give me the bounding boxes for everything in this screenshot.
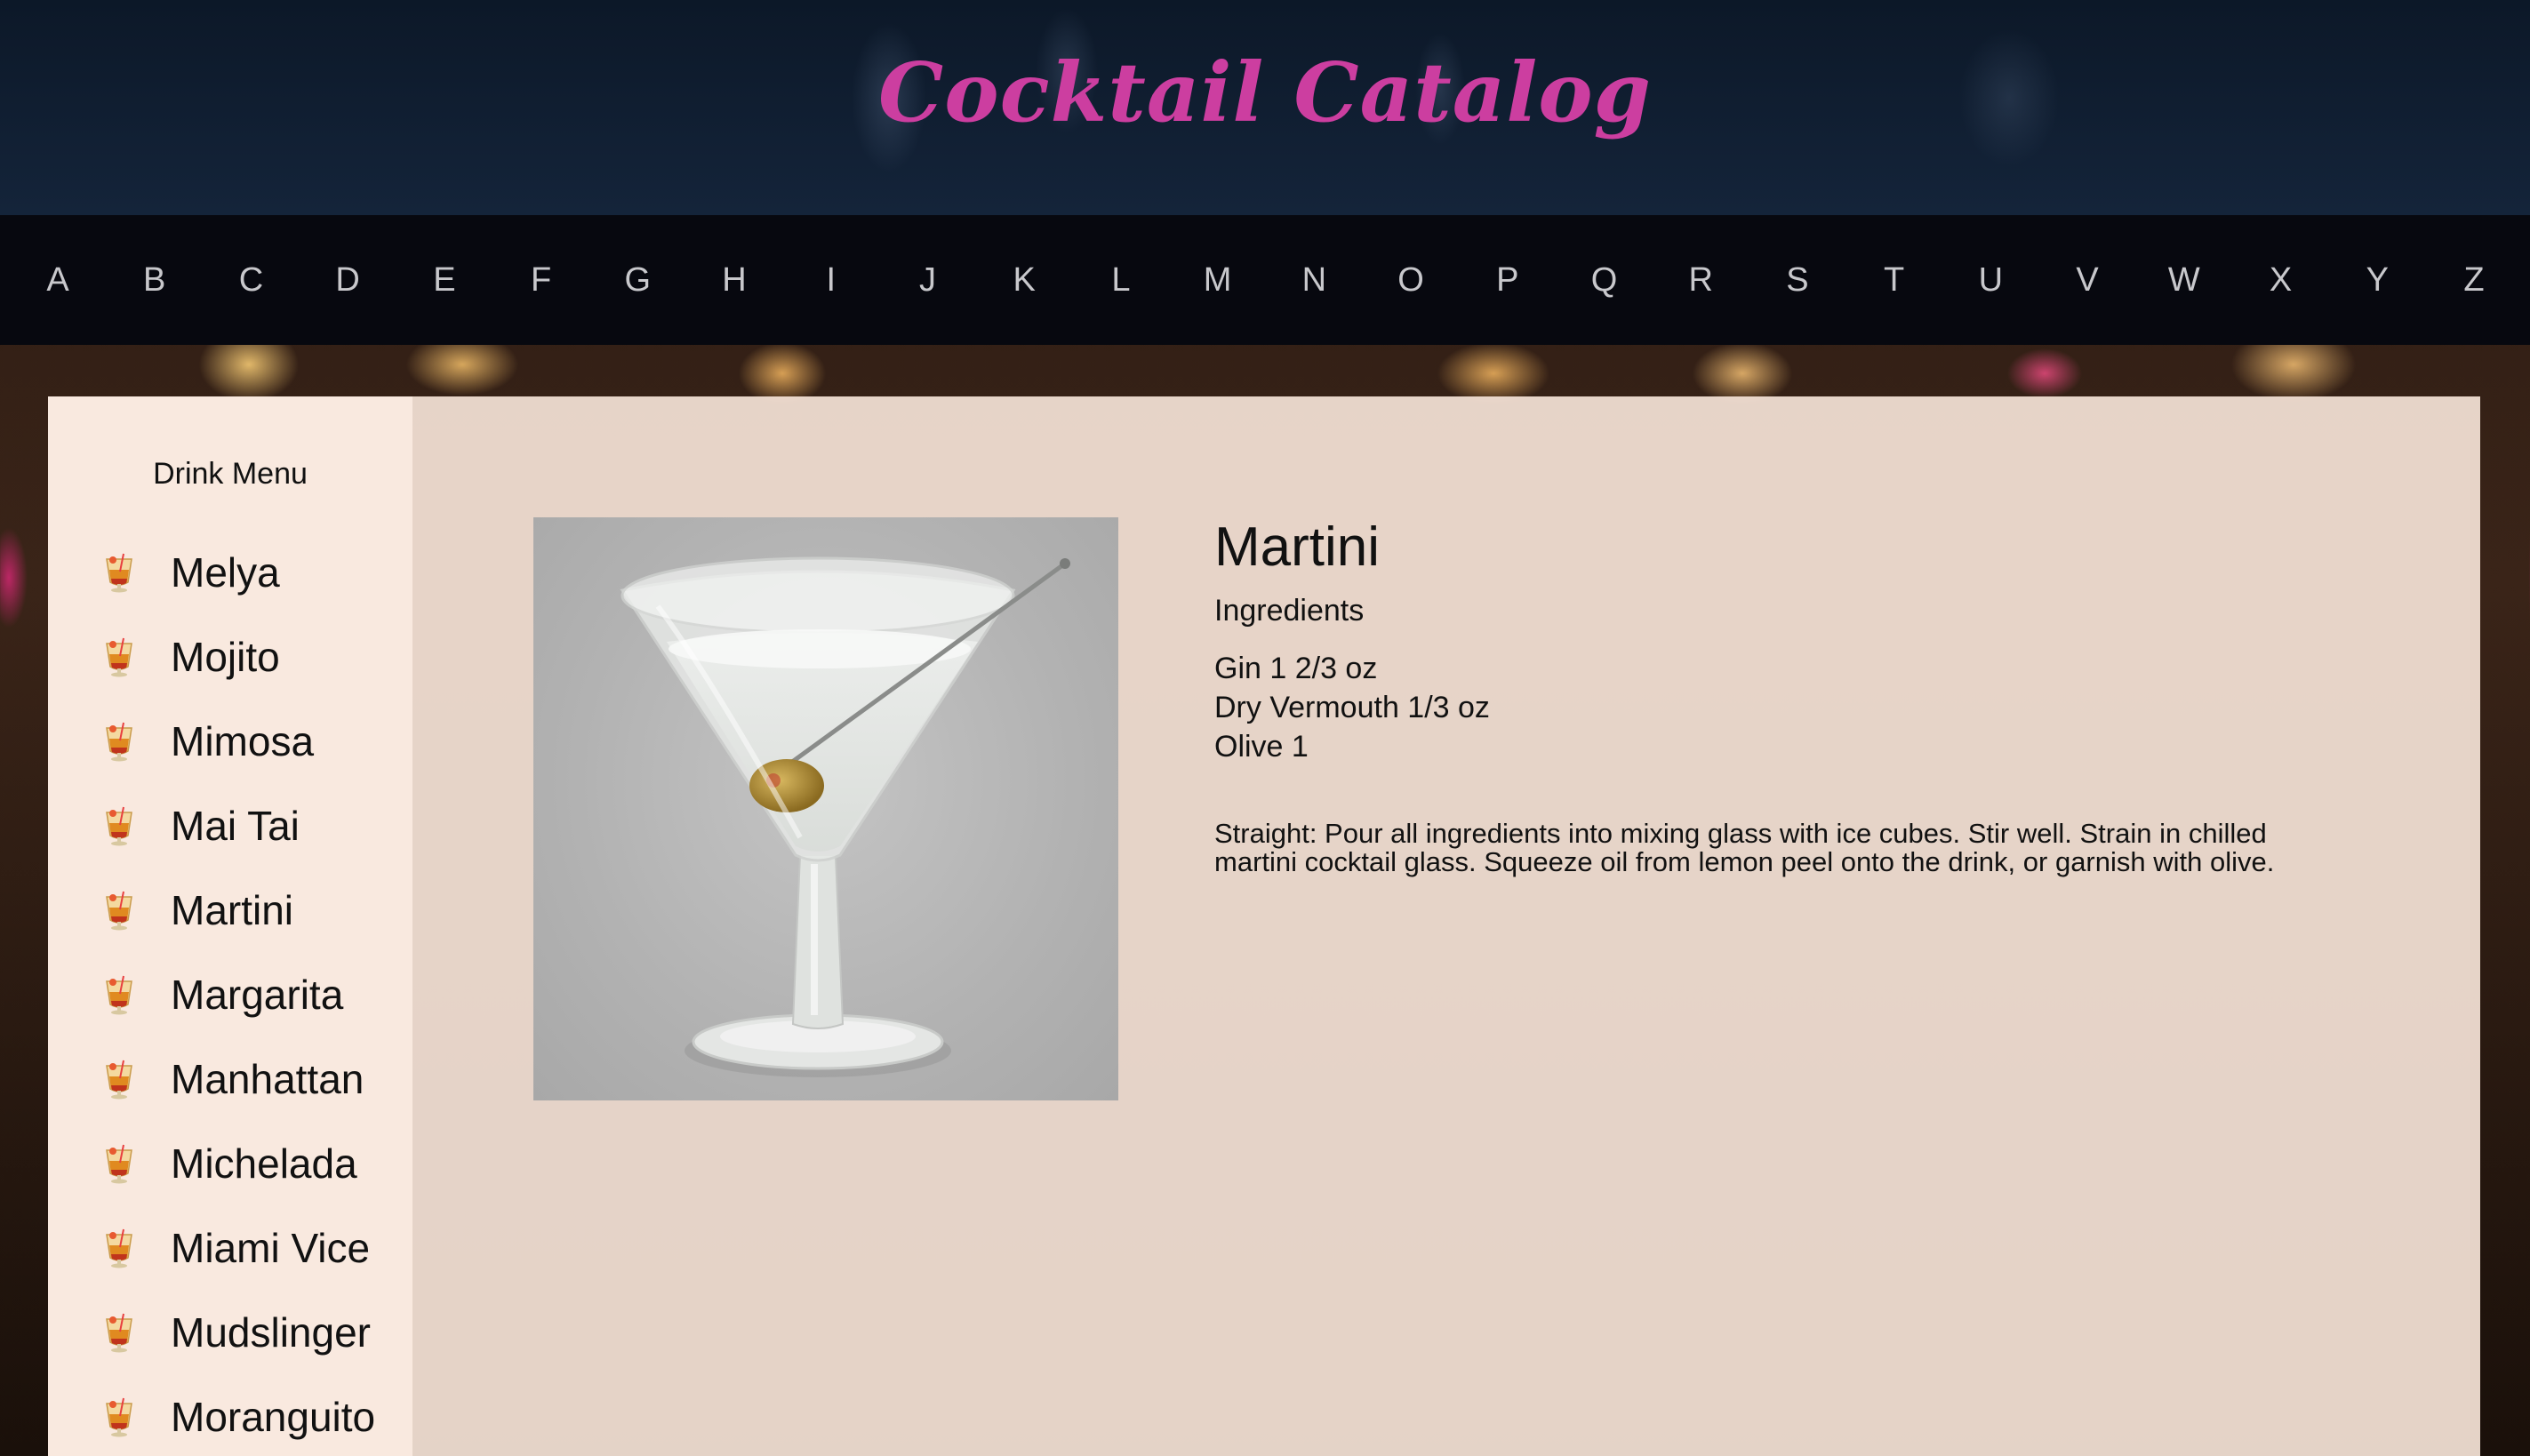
drink-menu-item-margarita[interactable]: Margarita — [48, 952, 412, 1036]
alpha-link-p[interactable]: P — [1485, 261, 1530, 300]
tropical-drink-icon — [101, 888, 137, 932]
martini-glass-image — [620, 556, 1070, 1077]
drink-menu-item-manhattan[interactable]: Manhattan — [48, 1036, 412, 1121]
alpha-link-l[interactable]: L — [1099, 261, 1143, 300]
drink-menu-label: Mudslinger — [171, 1308, 371, 1356]
alpha-link-f[interactable]: F — [519, 261, 564, 300]
tropical-drink-icon — [101, 550, 137, 595]
drink-menu-label: Melya — [171, 548, 280, 596]
tropical-drink-icon — [101, 1057, 137, 1101]
site-header: Cocktail Catalog — [0, 0, 2530, 215]
alpha-link-m[interactable]: M — [1196, 261, 1240, 300]
site-title: Cocktail Catalog — [878, 44, 1652, 140]
tropical-drink-icon — [101, 719, 137, 764]
ingredient-item: Gin 1 2/3 oz — [1214, 652, 1378, 685]
alpha-link-o[interactable]: O — [1389, 261, 1433, 300]
alpha-link-q[interactable]: Q — [1582, 261, 1627, 300]
ingredient-item: Olive 1 — [1214, 730, 1309, 764]
drink-menu-list: Melya Mojito Mimosa Mai Tai Martini Margarita… — [48, 530, 412, 1456]
drink-menu-item-moranguito[interactable]: Moranguito — [48, 1374, 412, 1456]
alpha-link-s[interactable]: S — [1775, 261, 1820, 300]
tropical-drink-icon — [101, 1226, 137, 1270]
alpha-link-h[interactable]: H — [712, 261, 757, 300]
drink-photo — [533, 517, 1118, 1100]
alpha-link-e[interactable]: E — [422, 261, 467, 300]
drink-menu-item-mimosa[interactable]: Mimosa — [48, 699, 412, 783]
tropical-drink-icon — [101, 804, 137, 848]
drink-menu-sidebar: Drink Menu Melya Mojito Mimosa Mai Tai Marti… — [48, 396, 412, 1456]
alpha-link-g[interactable]: G — [615, 261, 660, 300]
drink-menu-label: Martini — [171, 886, 294, 933]
drink-menu-item-mojito[interactable]: Mojito — [48, 614, 412, 699]
drink-menu-item-martini[interactable]: Martini — [48, 868, 412, 952]
content-panel: Drink Menu Melya Mojito Mimosa Mai Tai Marti… — [48, 396, 2480, 1456]
ingredient-list: Gin 1 2/3 oz Dry Vermouth 1/3 oz Olive 1 — [1214, 649, 1490, 766]
alpha-link-r[interactable]: R — [1678, 261, 1723, 300]
alpha-link-n[interactable]: N — [1292, 261, 1336, 300]
drink-menu-label: Margarita — [171, 971, 344, 1018]
drink-menu-item-mudslinger[interactable]: Mudslinger — [48, 1290, 412, 1374]
drink-menu-label: Michelada — [171, 1140, 357, 1187]
drink-menu-item-miami-vice[interactable]: Miami Vice — [48, 1205, 412, 1290]
sidebar-title: Drink Menu — [153, 457, 308, 491]
drink-name: Martini — [1214, 516, 1381, 578]
alpha-link-k[interactable]: K — [1002, 261, 1046, 300]
drink-menu-item-michelada[interactable]: Michelada — [48, 1121, 412, 1205]
alpha-link-z[interactable]: Z — [2452, 261, 2496, 300]
alpha-link-v[interactable]: V — [2065, 261, 2110, 300]
drink-menu-label: Miami Vice — [171, 1224, 371, 1271]
tropical-drink-icon — [101, 1141, 137, 1186]
alpha-link-j[interactable]: J — [905, 261, 949, 300]
drink-menu-item-mai-tai[interactable]: Mai Tai — [48, 783, 412, 868]
drink-instructions: Straight: Pour all ingredients into mixi… — [1214, 818, 2275, 877]
ingredient-item: Dry Vermouth 1/3 oz — [1214, 691, 1490, 724]
alphabet-nav: A B C D E F G H I J K L M N O P Q R S T U V W X Y Z — [0, 215, 2530, 345]
drink-menu-label: Moranguito — [171, 1393, 376, 1440]
drink-menu-item-melya[interactable]: Melya — [48, 530, 412, 614]
ingredients-heading: Ingredients — [1214, 594, 1365, 628]
alpha-link-u[interactable]: U — [1968, 261, 2013, 300]
alpha-link-t[interactable]: T — [1872, 261, 1917, 300]
drink-menu-label: Mimosa — [171, 717, 315, 764]
tropical-drink-icon — [101, 972, 137, 1017]
alpha-link-x[interactable]: X — [2259, 261, 2303, 300]
tropical-drink-icon — [101, 1395, 137, 1439]
drink-menu-label: Manhattan — [171, 1055, 364, 1102]
alpha-link-i[interactable]: I — [809, 261, 853, 300]
drink-menu-label: Mojito — [171, 633, 280, 680]
alpha-link-d[interactable]: D — [325, 261, 370, 300]
alpha-link-b[interactable]: B — [132, 261, 177, 300]
tropical-drink-icon — [101, 635, 137, 679]
alpha-link-y[interactable]: Y — [2355, 261, 2399, 300]
drink-menu-label: Mai Tai — [171, 802, 300, 849]
tropical-drink-icon — [101, 1310, 137, 1355]
alpha-link-w[interactable]: W — [2162, 261, 2206, 300]
alpha-link-c[interactable]: C — [228, 261, 273, 300]
alpha-link-a[interactable]: A — [36, 261, 80, 300]
